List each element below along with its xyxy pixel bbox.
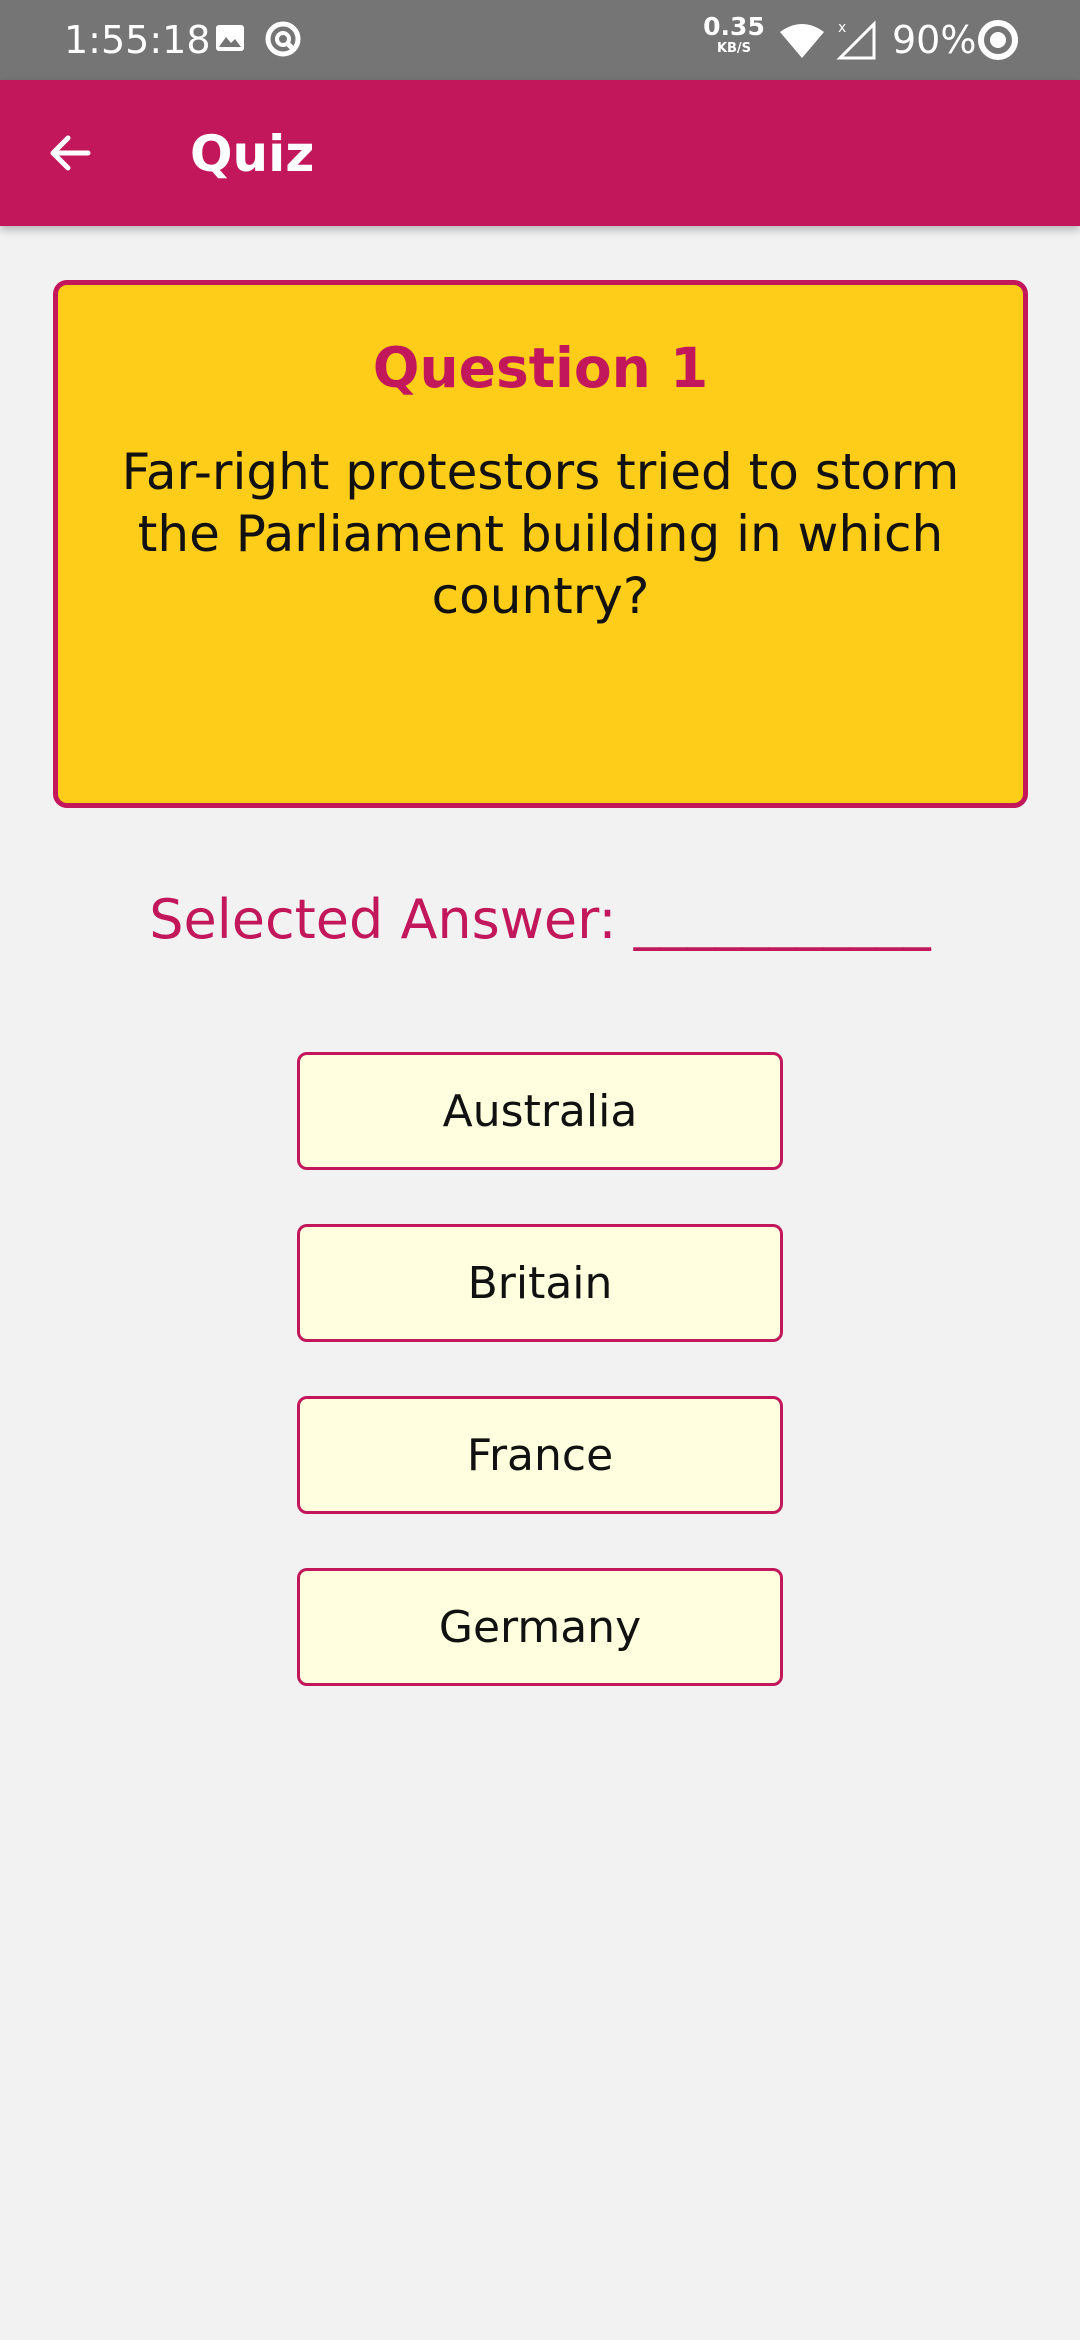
status-time: 1:55:18 <box>64 18 211 62</box>
arrow-left-icon <box>50 135 91 171</box>
app-bar: Quiz <box>0 80 1080 226</box>
battery-percentage: 90% <box>892 18 977 62</box>
sync-icon <box>265 21 301 57</box>
network-speed-value: 0.35 <box>703 12 765 41</box>
option-button-france[interactable]: France <box>297 1396 783 1514</box>
network-speed: 0.35 KB/S <box>700 14 768 55</box>
answer-options: Australia Britain France Germany <box>297 1052 783 1740</box>
app-title: Quiz <box>190 125 315 183</box>
network-speed-unit: KB/S <box>716 41 752 56</box>
question-title: Question 1 <box>372 336 709 400</box>
svg-text:x: x <box>838 20 846 36</box>
image-icon <box>216 25 244 51</box>
option-button-australia[interactable]: Australia <box>297 1052 783 1170</box>
option-button-germany[interactable]: Germany <box>297 1568 783 1686</box>
back-button[interactable] <box>30 113 110 193</box>
wifi-icon <box>780 24 824 58</box>
question-card: Question 1 Far-right protestors tried to… <box>53 280 1028 808</box>
question-text: Far-right protestors tried to storm the … <box>121 443 960 625</box>
signal-icon: x <box>836 20 876 60</box>
battery-icon <box>978 20 1018 60</box>
selected-answer-label: Selected Answer: ___________ <box>149 888 931 951</box>
status-bar: 1:55:18 0.35 KB/S x 90% <box>0 0 1080 80</box>
option-button-britain[interactable]: Britain <box>297 1224 783 1342</box>
